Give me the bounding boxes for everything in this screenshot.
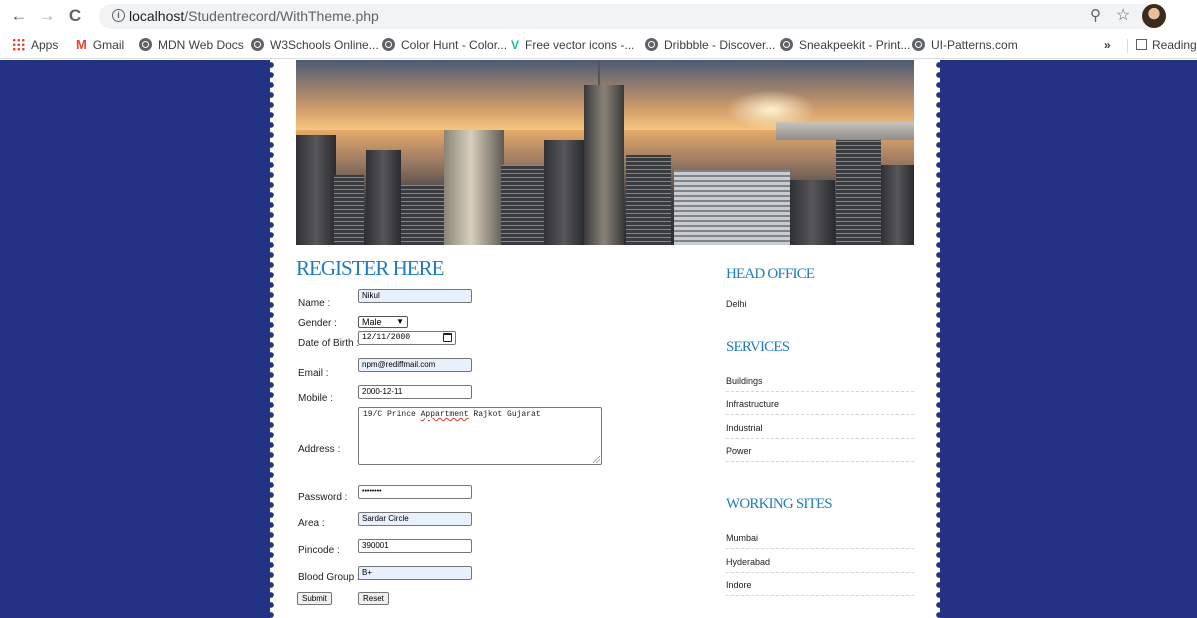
bookmark-dribbble[interactable]: Dribbble - Discover... xyxy=(645,37,775,53)
main-content: REGISTER HERE Name : Nikul Gender : Male… xyxy=(296,255,914,615)
address-label: Address : xyxy=(298,444,341,455)
bookmark-apps[interactable]: Apps xyxy=(12,37,58,53)
name-input[interactable]: Nikul xyxy=(358,289,472,303)
list-item: Hyderabad xyxy=(726,557,914,573)
bookmark-gmail[interactable]: M Gmail xyxy=(76,37,124,53)
list-item: Mumbai xyxy=(726,533,914,549)
back-button[interactable]: ← xyxy=(8,5,30,27)
page-background: REGISTER HERE Name : Nikul Gender : Male… xyxy=(0,60,1197,618)
gender-label: Gender : xyxy=(298,318,337,329)
services-title: SERVICES xyxy=(726,339,790,355)
bookmark-sneakpeekit[interactable]: Sneakpeekit - Print... xyxy=(780,37,910,53)
avatar[interactable] xyxy=(1142,4,1166,28)
email-input[interactable]: npm@rediffmail.com xyxy=(358,358,472,372)
reading-list-button[interactable]: Reading xyxy=(1136,37,1197,53)
zoom-icon[interactable]: ⚲ xyxy=(1090,6,1101,24)
globe-icon xyxy=(139,38,152,51)
dob-label: Date of Birth : xyxy=(298,338,360,349)
dob-input[interactable]: 12/11/2000 xyxy=(358,331,456,345)
mobile-label: Mobile : xyxy=(298,393,334,404)
separator xyxy=(1127,39,1128,53)
apps-grid-icon xyxy=(12,38,25,51)
email-label: Email : xyxy=(298,368,329,379)
bookmarks-bar: Apps M Gmail MDN Web Docs W3Schools Onlin… xyxy=(0,33,1197,59)
globe-icon xyxy=(382,38,395,51)
head-office-city: Delhi xyxy=(726,299,747,309)
area-input[interactable]: Sardar Circle xyxy=(358,512,472,526)
name-label: Name : xyxy=(298,298,331,309)
gmail-icon: M xyxy=(76,37,87,52)
working-sites-title: WORKING SITES xyxy=(726,496,833,512)
globe-icon xyxy=(912,38,925,51)
bookmark-uipatterns[interactable]: UI-Patterns.com xyxy=(912,37,1018,53)
reload-button[interactable]: C xyxy=(64,5,86,27)
password-label: Password : xyxy=(298,492,348,503)
list-item: Industrial xyxy=(726,423,914,439)
pincode-input[interactable]: 390001 xyxy=(358,539,472,553)
bookmark-w3schools[interactable]: W3Schools Online... xyxy=(251,37,379,53)
hero-city-image xyxy=(296,60,914,245)
page-title: REGISTER HERE xyxy=(296,256,444,280)
bookmark-vector-icons[interactable]: V Free vector icons -... xyxy=(511,37,634,53)
password-input[interactable]: •••••••• xyxy=(358,485,472,499)
blood-group-input[interactable]: B+ xyxy=(358,566,472,580)
list-item: Buildings xyxy=(726,376,914,392)
perforated-edge-left xyxy=(268,60,274,618)
info-icon[interactable]: i xyxy=(112,9,125,22)
gender-select[interactable]: Male ▼ xyxy=(358,316,408,328)
browser-chrome: ← → C i localhost/Studentrecord/WithThem… xyxy=(0,0,1197,60)
bookmark-colorhunt[interactable]: Color Hunt - Color... xyxy=(382,37,507,53)
bookmark-mdn[interactable]: MDN Web Docs xyxy=(139,37,244,53)
mobile-input[interactable]: 2000-12-11 xyxy=(358,385,472,399)
browser-toolbar: ← → C i localhost/Studentrecord/WithThem… xyxy=(0,0,1197,33)
calendar-icon[interactable] xyxy=(443,333,452,342)
reset-button[interactable]: Reset xyxy=(358,592,389,605)
list-item: Infrastructure xyxy=(726,399,914,415)
globe-icon xyxy=(251,38,264,51)
address-textarea[interactable]: 19/C Prince Appartment Rajkot Gujarat xyxy=(358,407,602,465)
blood-group-label: Blood Group : xyxy=(298,572,360,583)
pincode-label: Pincode : xyxy=(298,545,340,556)
list-item: Indore xyxy=(726,580,914,596)
address-bar[interactable]: i localhost/Studentrecord/WithTheme.php xyxy=(99,4,1164,29)
area-label: Area : xyxy=(298,518,325,529)
vector-icon: V xyxy=(511,38,520,52)
url-text[interactable]: localhost/Studentrecord/WithTheme.php xyxy=(129,8,379,24)
globe-icon xyxy=(780,38,793,51)
list-item: Power xyxy=(726,446,914,462)
chevron-down-icon: ▼ xyxy=(396,317,404,326)
submit-button[interactable]: Submit xyxy=(297,592,332,605)
reading-list-icon xyxy=(1136,39,1147,50)
bookmarks-overflow-button[interactable]: » xyxy=(1104,37,1111,53)
bookmark-star-icon[interactable]: ☆ xyxy=(1116,5,1130,25)
head-office-title: HEAD OFFICE xyxy=(726,266,815,282)
perforated-edge-right xyxy=(936,60,942,618)
globe-icon xyxy=(645,38,658,51)
forward-button[interactable]: → xyxy=(36,5,58,27)
resize-handle[interactable] xyxy=(593,456,600,463)
